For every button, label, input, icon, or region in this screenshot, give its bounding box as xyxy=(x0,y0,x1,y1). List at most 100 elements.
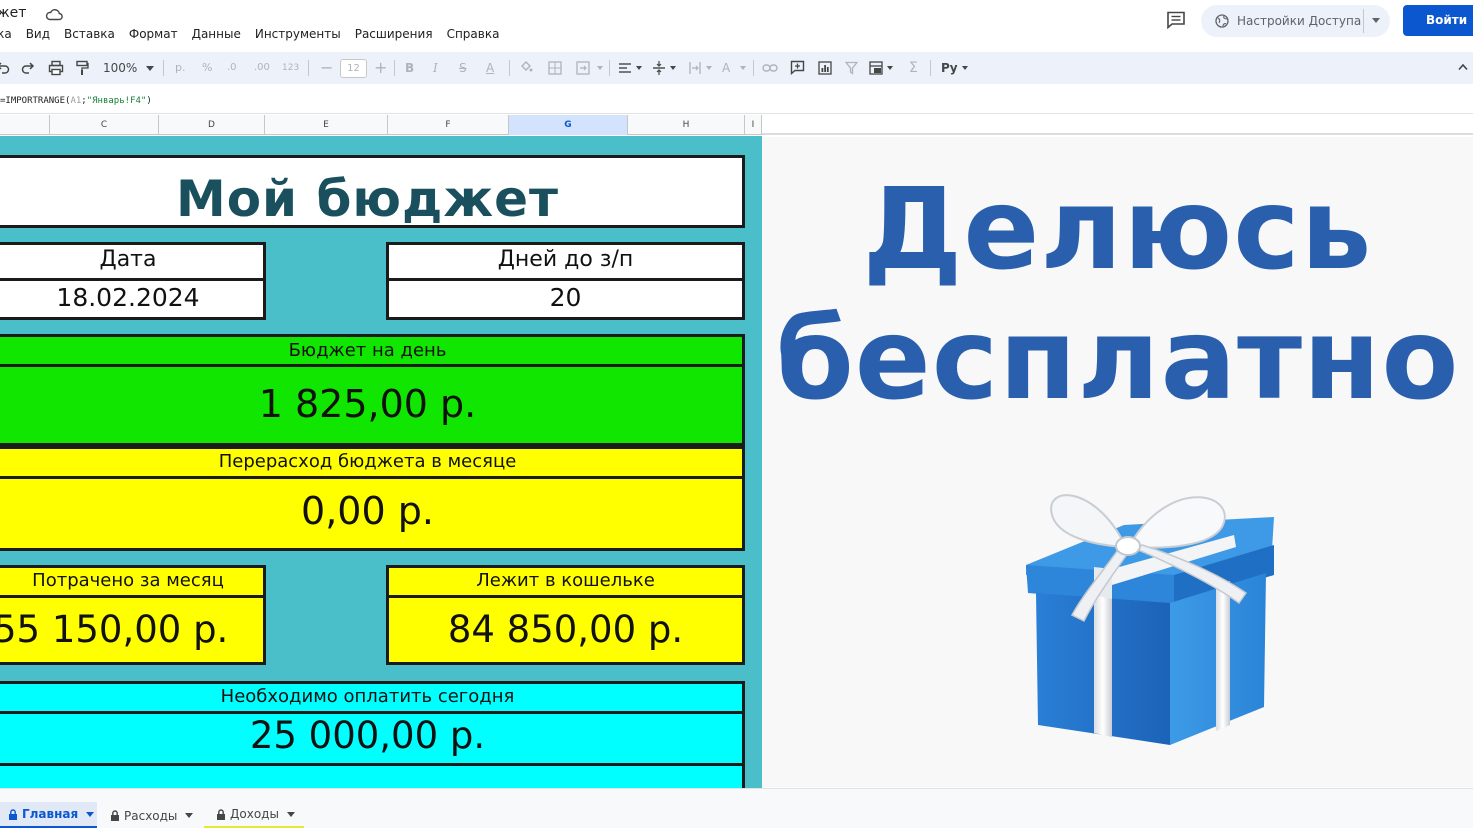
filter-views-chevron-down-icon[interactable] xyxy=(887,66,893,70)
formula-prefix: =IMPORTRANGE( xyxy=(0,96,71,106)
column-header-c[interactable]: C xyxy=(50,115,159,135)
access-divider xyxy=(1363,9,1364,33)
insert-chart-icon[interactable] xyxy=(818,61,832,75)
wrap-chevron-down-icon[interactable] xyxy=(706,66,712,70)
sheet-tabs-bar: Главная Расходы Доходы xyxy=(0,788,1473,828)
budget-title: Мой бюджет xyxy=(175,170,560,228)
insert-comment-icon[interactable] xyxy=(790,60,805,75)
menu-edit[interactable]: вка xyxy=(0,27,12,41)
merge-cells-icon[interactable] xyxy=(576,61,590,75)
menu-format[interactable]: Формат xyxy=(129,27,178,41)
cell-divider xyxy=(0,763,742,766)
comments-icon[interactable] xyxy=(1166,11,1186,29)
currency-format-button[interactable]: р. xyxy=(175,52,185,84)
zoom-select[interactable]: 100% xyxy=(103,52,137,84)
menu-extensions[interactable]: Расширения xyxy=(355,27,433,41)
daily-budget-value: 1 825,00 р. xyxy=(258,382,477,426)
days-to-payday-cell[interactable]: Дней до з/п 20 xyxy=(386,242,745,320)
formula-text[interactable]: =IMPORTRANGE(A1;"Январь!F4") xyxy=(0,96,152,106)
filter-views-icon[interactable] xyxy=(869,61,883,75)
italic-button[interactable]: I xyxy=(433,52,438,84)
column-header-e[interactable]: E xyxy=(265,115,388,135)
overspend-cell[interactable]: Перерасход бюджета в месяце 0,00 р. xyxy=(0,446,745,551)
text-color-button[interactable]: A xyxy=(486,52,494,84)
access-settings-button[interactable]: Настройки Доступа xyxy=(1201,5,1390,37)
increase-decimal-button[interactable]: .00 xyxy=(254,52,270,84)
tab-main-label: Главная xyxy=(22,807,79,821)
redo-icon[interactable] xyxy=(21,61,35,75)
promo-panel: Делюсь бесплатно xyxy=(762,137,1473,787)
input-tools-chevron-down-icon[interactable] xyxy=(962,66,968,70)
filter-icon[interactable] xyxy=(845,61,858,75)
column-header-f[interactable]: F xyxy=(388,115,509,135)
menu-data[interactable]: Данные xyxy=(192,27,241,41)
zoom-chevron-down-icon[interactable] xyxy=(146,66,154,71)
column-header-d[interactable]: D xyxy=(159,115,265,135)
overspend-value: 0,00 р. xyxy=(301,489,434,533)
merge-chevron-down-icon[interactable] xyxy=(597,66,603,70)
tab-expenses[interactable]: Расходы xyxy=(110,802,200,828)
spent-this-month-cell[interactable]: Потрачено за месяц 55 150,00 р. xyxy=(0,565,266,665)
cell-divider xyxy=(0,595,263,598)
budget-dashboard[interactable]: Мой бюджет Дата 18.02.2024 Дней до з/п 2… xyxy=(0,136,762,788)
tab-income[interactable]: Доходы xyxy=(204,802,304,828)
functions-button[interactable]: Σ xyxy=(909,52,918,84)
lock-icon xyxy=(111,810,119,821)
text-wrap-icon[interactable] xyxy=(688,61,702,75)
valign-chevron-down-icon[interactable] xyxy=(670,66,676,70)
menu-view[interactable]: Вид xyxy=(26,27,50,41)
formula-bar[interactable]: =IMPORTRANGE(A1;"Январь!F4") xyxy=(0,90,1473,114)
column-header-g[interactable]: G xyxy=(509,115,628,135)
horizontal-align-icon[interactable] xyxy=(618,61,632,75)
rotation-chevron-down-icon[interactable] xyxy=(740,66,746,70)
title-bar: жет вка Вид Вставка Формат Данные Инстру… xyxy=(0,0,1473,50)
column-headers: C D E F G H I xyxy=(0,115,762,135)
number-format-button[interactable]: 123 xyxy=(282,52,299,84)
chevron-up-icon[interactable] xyxy=(1458,63,1468,71)
login-button[interactable]: Войти xyxy=(1403,5,1473,36)
column-header-b[interactable] xyxy=(0,115,50,135)
globe-icon xyxy=(1215,14,1229,28)
insert-link-icon[interactable] xyxy=(762,62,778,74)
text-rotation-icon[interactable]: A xyxy=(722,52,730,84)
borders-icon[interactable] xyxy=(548,61,562,75)
toolbar-divider xyxy=(609,60,610,76)
days-to-payday-value: 20 xyxy=(549,283,582,312)
menu-help[interactable]: Справка xyxy=(447,27,500,41)
percent-format-button[interactable]: % xyxy=(202,52,212,84)
daily-budget-cell[interactable]: Бюджет на день 1 825,00 р. xyxy=(0,334,745,446)
tab-main-chevron-down-icon[interactable] xyxy=(86,811,95,817)
bold-button[interactable]: B xyxy=(405,52,414,84)
wallet-balance-cell[interactable]: Лежит в кошельке 84 850,00 р. xyxy=(386,565,745,665)
vertical-align-icon[interactable] xyxy=(652,60,666,76)
font-size-decrease-icon[interactable]: − xyxy=(320,52,333,84)
strikethrough-button[interactable]: S xyxy=(459,52,467,84)
font-size-input[interactable]: 12 xyxy=(340,59,367,78)
column-header-i[interactable]: I xyxy=(745,115,762,135)
font-size-increase-icon[interactable]: + xyxy=(374,52,387,84)
column-header-h[interactable]: H xyxy=(628,115,745,135)
due-today-cell[interactable]: Необходимо оплатить сегодня 25 000,00 р. xyxy=(0,681,745,788)
lock-icon xyxy=(9,808,17,820)
tab-expenses-chevron-down-icon[interactable] xyxy=(185,813,194,818)
menu-insert[interactable]: Вставка xyxy=(64,27,115,41)
date-cell[interactable]: Дата 18.02.2024 xyxy=(0,242,266,320)
date-label: Дата xyxy=(99,247,157,272)
input-tools-button[interactable]: Pу xyxy=(941,52,958,84)
paint-format-icon[interactable] xyxy=(75,60,89,76)
budget-title-cell[interactable]: Мой бюджет xyxy=(0,155,745,228)
fill-color-icon[interactable] xyxy=(519,60,533,74)
tab-income-chevron-down-icon[interactable] xyxy=(286,811,295,817)
decrease-decimal-button[interactable]: .0 xyxy=(227,52,237,84)
cloud-save-icon[interactable] xyxy=(45,7,63,21)
undo-icon[interactable] xyxy=(0,61,10,75)
toolbar: 100% р. % .0 .00 123 − 12 + B I S A A Σ … xyxy=(0,52,1473,84)
chevron-down-icon[interactable] xyxy=(1372,18,1380,23)
document-title[interactable]: жет xyxy=(0,5,26,21)
toolbar-divider xyxy=(394,60,395,76)
print-icon[interactable] xyxy=(48,60,64,76)
menu-tools[interactable]: Инструменты xyxy=(255,27,341,41)
align-chevron-down-icon[interactable] xyxy=(636,66,642,70)
daily-budget-label: Бюджет на день xyxy=(288,340,447,361)
tab-main[interactable]: Главная xyxy=(0,802,97,828)
